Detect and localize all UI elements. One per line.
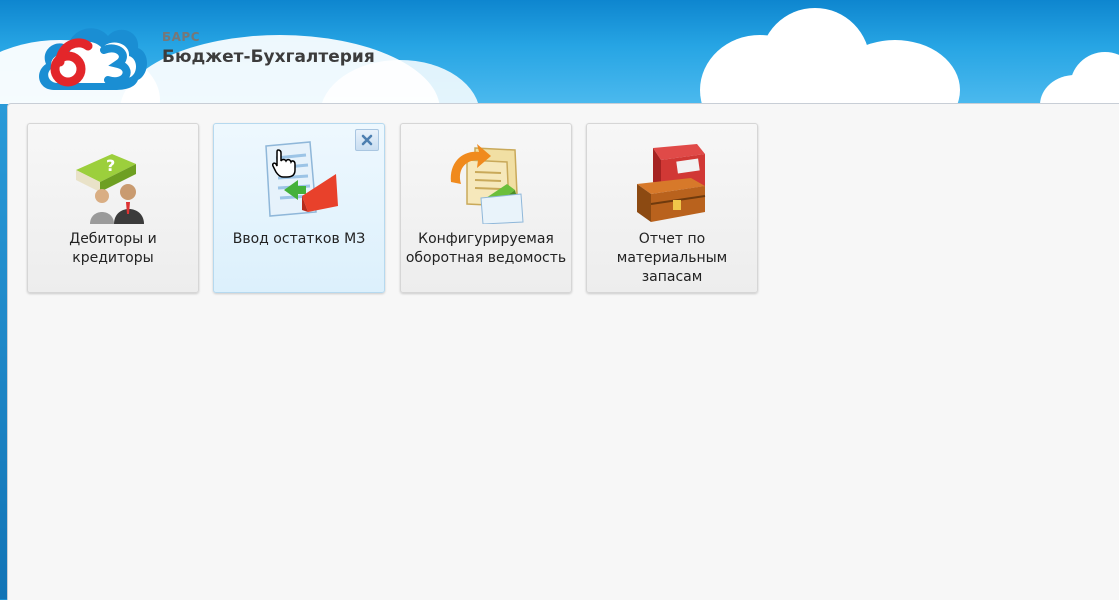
desktop-workspace: ? Дебиторы и кредиторы Ввод остатков МЗ … xyxy=(7,103,1119,600)
tile-material-stock-report[interactable]: Отчет по материальным запасам xyxy=(586,123,758,293)
document-arrow-icon xyxy=(265,141,338,217)
hand-cursor-icon xyxy=(272,149,296,178)
tile-label: Конфигурируемая оборотная ведомость xyxy=(405,231,567,266)
brand-title: Бюджет-Бухгалтерия xyxy=(162,47,375,67)
tile-configurable-turnover-sheet[interactable]: Конфигурируемая оборотная ведомость xyxy=(400,123,572,293)
tile-label: Ввод остатков МЗ xyxy=(232,231,366,247)
book-people-icon: ? xyxy=(76,154,144,224)
tile-label: Дебиторы и кредиторы xyxy=(69,231,157,266)
red-book-chest-icon xyxy=(637,144,706,222)
tile-stock-balances-input[interactable]: Ввод остатков МЗ xyxy=(213,123,385,293)
left-edge-strip xyxy=(0,104,7,599)
svg-text:?: ? xyxy=(106,156,115,175)
app-header: БАРС Бюджет-Бухгалтерия xyxy=(0,0,1119,104)
close-icon[interactable] xyxy=(355,129,379,151)
documents-refresh-icon xyxy=(450,144,524,224)
header-cloud xyxy=(1070,52,1119,104)
bars-cloud-logo-icon xyxy=(39,28,147,90)
tile-label: Отчет по материальным запасам xyxy=(616,231,728,285)
tile-debtors-creditors[interactable]: ? Дебиторы и кредиторы xyxy=(27,123,199,293)
brand-subtitle: БАРС xyxy=(162,30,201,44)
